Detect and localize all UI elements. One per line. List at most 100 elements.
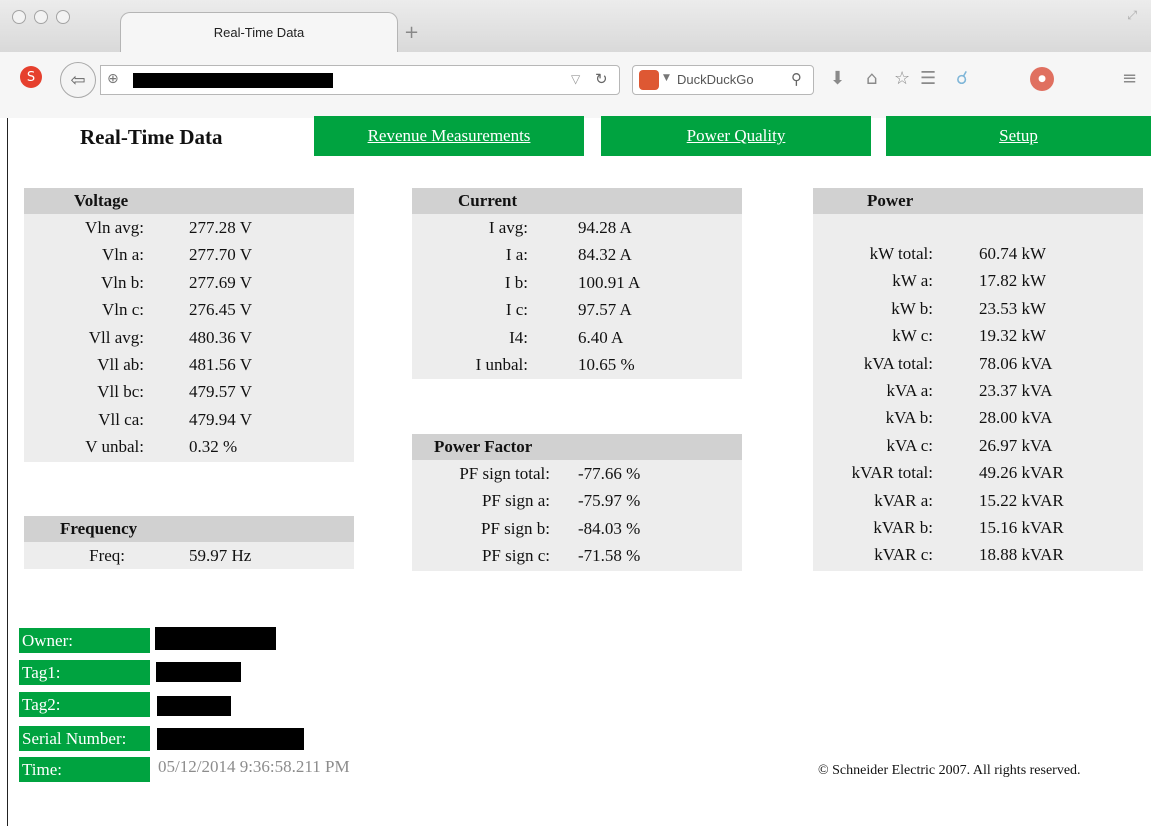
row-label: Freq: [89, 546, 125, 565]
data-row: Vln b: 277.69 V [24, 269, 354, 296]
power-factor-rows: PF sign total: -77.66 % PF sign a: -75.97 %… [412, 460, 742, 570]
addon-red-icon[interactable]: S [20, 66, 42, 88]
download-icon[interactable]: ⬇ [830, 68, 845, 89]
row-label: kVA a: [886, 380, 933, 400]
data-row: PF sign a: -75.97 % [412, 487, 742, 514]
tab-title: Real-Time Data [213, 25, 305, 40]
row-label: kVAR b: [873, 517, 933, 537]
data-row: I unbal: 10.65 % [412, 351, 742, 378]
row-label: PF sign a: [481, 491, 550, 511]
row-label: Vln c: [101, 300, 144, 320]
owner-label: Owner: [19, 628, 150, 653]
minimize-window-button[interactable] [34, 10, 48, 24]
search-icon[interactable]: ⚲ [791, 70, 802, 88]
nav-revenue-measurements[interactable]: Revenue Measurements [314, 116, 584, 156]
frequency-title: Frequency [24, 516, 354, 542]
row-label: PF sign total: [459, 464, 550, 483]
data-row: I c: 97.57 A [412, 296, 742, 323]
row-value: 19.32 kW [979, 326, 1047, 346]
tag2-value-redacted [157, 696, 231, 716]
data-row: PF sign c: -71.58 % [412, 542, 742, 569]
url-bar[interactable]: ⊕ ▽ ↻ [100, 65, 620, 95]
search-engine-label: DuckDuckGo [677, 72, 754, 87]
serial-number-label: Serial Number: [19, 726, 150, 751]
row-label: Vll bc: [97, 382, 144, 402]
row-value: 479.94 V [189, 409, 252, 429]
row-label: I c: [505, 300, 528, 320]
frequency-panel: Frequency Freq: 59.97 Hz [24, 516, 354, 569]
engine-dropdown-icon[interactable]: ▼ [663, 73, 670, 83]
dropdown-icon[interactable]: ▽ [571, 72, 580, 86]
row-label: I b: [504, 272, 528, 292]
row-label: kW total: [869, 244, 933, 263]
close-window-button[interactable] [12, 10, 26, 24]
data-row: I b: 100.91 A [412, 269, 742, 296]
home-icon[interactable]: ⌂ [866, 68, 877, 89]
serial-value-redacted [157, 728, 304, 750]
nav-power-quality[interactable]: Power Quality [601, 116, 871, 156]
search-bar[interactable]: ▼ DuckDuckGo ⚲ [632, 65, 814, 95]
browser-chrome: Real-Time Data + ⤢ S ⇦ ⊕ ▽ ↻ ▼ DuckDuckG… [0, 0, 1151, 118]
row-value: 49.26 kVAR [979, 463, 1064, 483]
data-row: kVA a: 23.37 kVA [813, 377, 1143, 404]
row-value: 0.32 % [189, 437, 238, 457]
row-label: kVAR c: [874, 545, 933, 565]
menu-icon[interactable]: ≡ [1122, 68, 1137, 89]
row-value: -75.97 % [578, 491, 641, 511]
power-factor-title: Power Factor [412, 434, 742, 460]
row-label: kVAR total: [851, 463, 933, 483]
row-label: kVAR a: [874, 490, 933, 510]
row-value: 277.28 V [189, 218, 252, 237]
row-label: kW b: [891, 298, 933, 318]
data-row: Freq: 59.97 Hz [24, 542, 354, 569]
data-row: kVAR a: 15.22 kVAR [813, 487, 1143, 514]
addon-blue-icon[interactable]: ☌ [956, 68, 968, 89]
voltage-title: Voltage [24, 188, 354, 214]
zoom-window-button[interactable] [56, 10, 70, 24]
addon-badge-icon[interactable]: ● [1030, 67, 1054, 91]
row-label: PF sign c: [481, 546, 550, 566]
reading-list-icon[interactable]: ☰ [920, 68, 936, 89]
row-value: 97.57 A [578, 300, 632, 320]
title-bar: Real-Time Data + ⤢ [0, 0, 1151, 52]
row-value: 100.91 A [578, 272, 641, 292]
row-value: 26.97 kVA [979, 435, 1053, 455]
frequency-rows: Freq: 59.97 Hz [24, 542, 354, 569]
reload-icon[interactable]: ↻ [595, 70, 608, 88]
row-value: 23.53 kW [979, 298, 1047, 318]
tag2-label: Tag2: [19, 692, 150, 717]
row-label: Vln b: [101, 272, 144, 292]
browser-tab[interactable]: Real-Time Data [120, 12, 398, 52]
page-frame-border [7, 118, 8, 826]
row-value: 18.88 kVAR [979, 545, 1064, 565]
row-label: Vll avg: [88, 327, 144, 347]
tag1-value-redacted [156, 662, 241, 682]
nav-setup[interactable]: Setup [886, 116, 1151, 156]
bookmark-star-icon[interactable]: ☆ [894, 68, 910, 89]
data-row: Vln a: 277.70 V [24, 241, 354, 268]
tag1-label: Tag1: [19, 660, 150, 685]
row-label: I4: [509, 327, 528, 347]
data-row: kW b: 23.53 kW [813, 295, 1143, 322]
row-value: 60.74 kW [979, 244, 1047, 263]
row-label: PF sign b: [481, 518, 550, 538]
row-value: 10.65 % [578, 354, 635, 374]
data-row: V unbal: 0.32 % [24, 433, 354, 460]
new-tab-button[interactable]: + [404, 22, 419, 43]
row-label: kVA c: [886, 435, 933, 455]
data-row: kVAR b: 15.16 kVAR [813, 514, 1143, 541]
data-row: PF sign b: -84.03 % [412, 515, 742, 542]
row-label: Vll ca: [98, 409, 144, 429]
row-label: Vln a: [101, 245, 144, 265]
row-value: 94.28 A [578, 218, 632, 237]
data-row: PF sign total: -77.66 % [412, 460, 742, 487]
data-row: Vll bc: 479.57 V [24, 378, 354, 405]
data-row: kVA b: 28.00 kVA [813, 404, 1143, 431]
row-value: 277.69 V [189, 272, 252, 292]
row-label: I a: [505, 245, 528, 265]
back-button[interactable]: ⇦ [60, 62, 96, 98]
data-row: Vln c: 276.45 V [24, 296, 354, 323]
row-label: kVA b: [885, 408, 933, 428]
fullscreen-icon[interactable]: ⤢ [1127, 8, 1137, 23]
row-label: Vln avg: [84, 218, 144, 237]
